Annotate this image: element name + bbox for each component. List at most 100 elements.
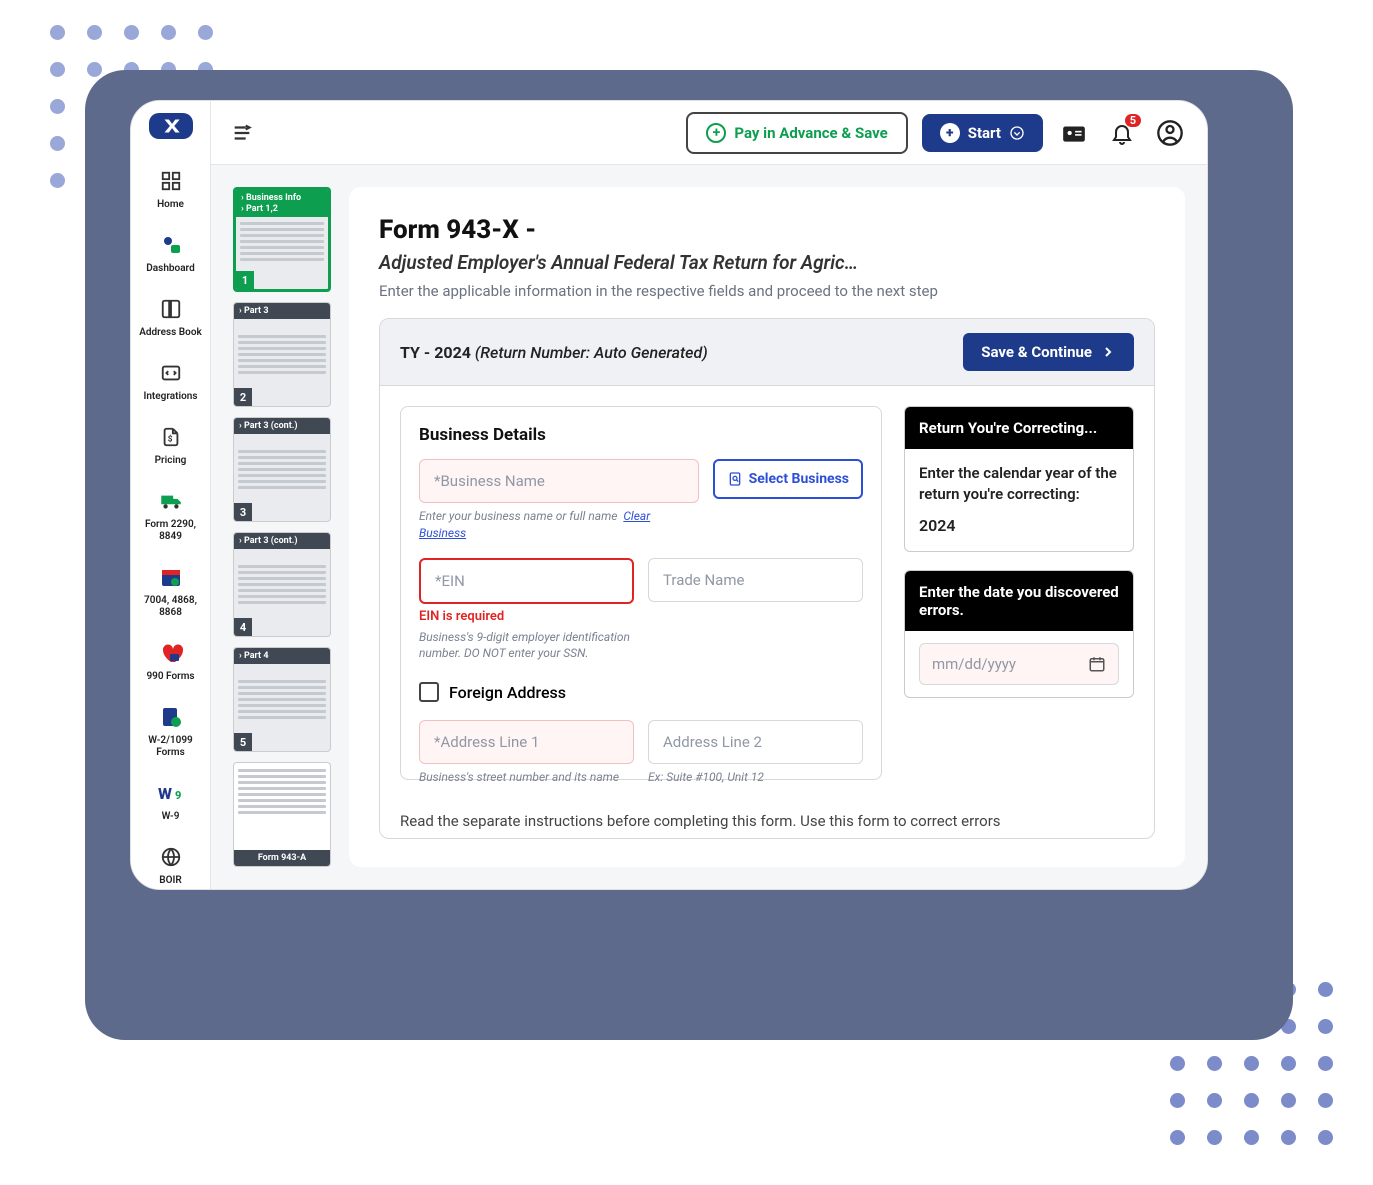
thumb-page-3[interactable]: › Part 3 (cont.) 3: [233, 417, 331, 522]
main-area: + Pay in Advance & Save + Start 5: [211, 101, 1207, 889]
globe-icon: [157, 843, 185, 871]
address-line-1-input[interactable]: [419, 720, 634, 764]
document-icon: [157, 703, 185, 731]
pay-advance-button[interactable]: + Pay in Advance & Save: [686, 112, 907, 154]
thumb-page-1[interactable]: › Business Info › Part 1,2 1: [233, 187, 331, 292]
business-details-section: Business Details Enter your business nam…: [400, 406, 882, 780]
menu-toggle-button[interactable]: [231, 122, 253, 144]
user-icon: [1156, 119, 1184, 147]
nav-item-boir[interactable]: BOIR: [131, 833, 210, 889]
page-thumbnails: › Business Info › Part 1,2 1 › Part 3 2 …: [233, 187, 331, 867]
calendar-icon: [157, 563, 185, 591]
truck-icon: [157, 487, 185, 515]
thumb-page-2[interactable]: › Part 3 2: [233, 302, 331, 407]
nav-rail: Home Dashboard Address Book Integrations…: [131, 101, 211, 889]
nav-label: Dashboard: [146, 263, 194, 275]
nav-label: W-2/1099 Forms: [133, 735, 208, 759]
pricing-icon: $: [157, 423, 185, 451]
form-hint: Enter the applicable information in the …: [379, 282, 1155, 300]
plus-icon: +: [706, 123, 726, 143]
ein-help: Business's 9-digit employer identificati…: [419, 629, 634, 663]
plus-icon: +: [940, 123, 960, 143]
nav-item-integrations[interactable]: Integrations: [131, 349, 210, 413]
code-icon: [157, 359, 185, 387]
form-panel: Form 943-X - Adjusted Employer's Annual …: [349, 187, 1185, 867]
start-label: Start: [968, 124, 1001, 142]
notification-badge: 5: [1125, 114, 1141, 127]
inner-card-body: Business Details Enter your business nam…: [380, 386, 1154, 800]
nav-item-990[interactable]: 990 Forms: [131, 629, 210, 693]
nav-label: 990 Forms: [146, 671, 194, 683]
addr1-help: Business's street number and its name: [419, 769, 634, 786]
id-card-icon: [1061, 120, 1087, 146]
id-card-button[interactable]: [1057, 116, 1091, 150]
dashboard-icon: [157, 231, 185, 259]
svg-text:W: W: [158, 784, 172, 803]
pay-label: Pay in Advance & Save: [734, 124, 887, 142]
nav-label: Form 2290, 8849: [133, 519, 208, 543]
content-area: › Business Info › Part 1,2 1 › Part 3 2 …: [211, 165, 1207, 889]
nav-item-7004[interactable]: 7004, 4868, 8868: [131, 553, 210, 629]
form-subtitle: Adjusted Employer's Annual Federal Tax R…: [379, 251, 1155, 274]
discovered-date-box: Enter the date you discovered errors. mm…: [904, 570, 1134, 698]
nav-label: W-9: [162, 811, 180, 823]
inner-card: TY - 2024 (Return Number: Auto Generated…: [379, 318, 1155, 839]
business-name-input[interactable]: [419, 459, 699, 503]
app-window: Home Dashboard Address Book Integrations…: [130, 100, 1208, 890]
search-doc-icon: [727, 471, 743, 487]
nav-item-w9[interactable]: W9 W-9: [131, 769, 210, 833]
save-continue-button[interactable]: Save & Continue: [963, 333, 1134, 371]
address-line-2-input[interactable]: [648, 720, 863, 764]
nav-label: Address Book: [139, 327, 202, 339]
tax-year-label: TY - 2024 (Return Number: Auto Generated…: [400, 343, 708, 362]
thumb-header: › Business Info › Part 1,2: [236, 190, 328, 217]
section-title: Business Details: [419, 425, 863, 445]
calendar-icon: [1088, 655, 1106, 673]
correcting-head: Return You're Correcting...: [905, 407, 1133, 449]
addr2-help: Ex: Suite #100, Unit 12: [648, 769, 863, 786]
business-name-help: Enter your business name or full name Cl…: [419, 508, 699, 542]
foreign-address-checkbox[interactable]: [419, 682, 439, 702]
chevron-down-icon: [1009, 125, 1025, 141]
svg-text:9: 9: [175, 789, 181, 802]
correcting-body: Enter the calendar year of the return yo…: [905, 449, 1133, 551]
notifications-button[interactable]: 5: [1105, 116, 1139, 150]
thumb-page-5[interactable]: › Part 4 5: [233, 647, 331, 752]
nav-label: BOIR: [159, 875, 181, 887]
select-business-button[interactable]: Select Business: [713, 459, 863, 499]
discovered-date-input[interactable]: mm/dd/yyyy: [919, 643, 1119, 685]
ein-input[interactable]: [419, 558, 634, 604]
menu-icon: [231, 122, 253, 144]
w9-icon: W9: [157, 779, 185, 807]
trade-name-input[interactable]: [648, 558, 863, 602]
footer-instructions: Read the separate instructions before co…: [380, 812, 1154, 838]
svg-text:$: $: [167, 434, 172, 445]
nav-item-form-2290[interactable]: Form 2290, 8849: [131, 477, 210, 553]
nav-label: Home: [157, 199, 184, 211]
app-logo[interactable]: [149, 113, 193, 139]
thumb-number: 1: [236, 271, 254, 289]
nav-item-w2-1099[interactable]: W-2/1099 Forms: [131, 693, 210, 769]
start-button[interactable]: + Start: [922, 114, 1043, 152]
discovered-head: Enter the date you discovered errors.: [905, 571, 1133, 631]
correcting-year: 2024: [919, 515, 1119, 537]
nav-label: Pricing: [155, 455, 187, 467]
nav-label: Integrations: [143, 391, 197, 403]
profile-button[interactable]: [1153, 116, 1187, 150]
topbar: + Pay in Advance & Save + Start 5: [211, 101, 1207, 165]
inner-card-header: TY - 2024 (Return Number: Auto Generated…: [380, 319, 1154, 386]
form-title: Form 943-X -: [379, 215, 1155, 245]
thumb-page-4[interactable]: › Part 3 (cont.) 4: [233, 532, 331, 637]
nav-item-pricing[interactable]: $ Pricing: [131, 413, 210, 477]
heart-icon: [157, 639, 185, 667]
right-column: Return You're Correcting... Enter the ca…: [904, 406, 1134, 780]
nav-item-dashboard[interactable]: Dashboard: [131, 221, 210, 285]
ein-error: EIN is required: [419, 609, 634, 624]
book-icon: [157, 295, 185, 323]
nav-item-home[interactable]: Home: [131, 157, 210, 221]
grid-icon: [157, 167, 185, 195]
correcting-return-box: Return You're Correcting... Enter the ca…: [904, 406, 1134, 552]
nav-item-address-book[interactable]: Address Book: [131, 285, 210, 349]
thumb-page-6[interactable]: Form 943-A: [233, 762, 331, 867]
foreign-address-label: Foreign Address: [449, 683, 566, 702]
